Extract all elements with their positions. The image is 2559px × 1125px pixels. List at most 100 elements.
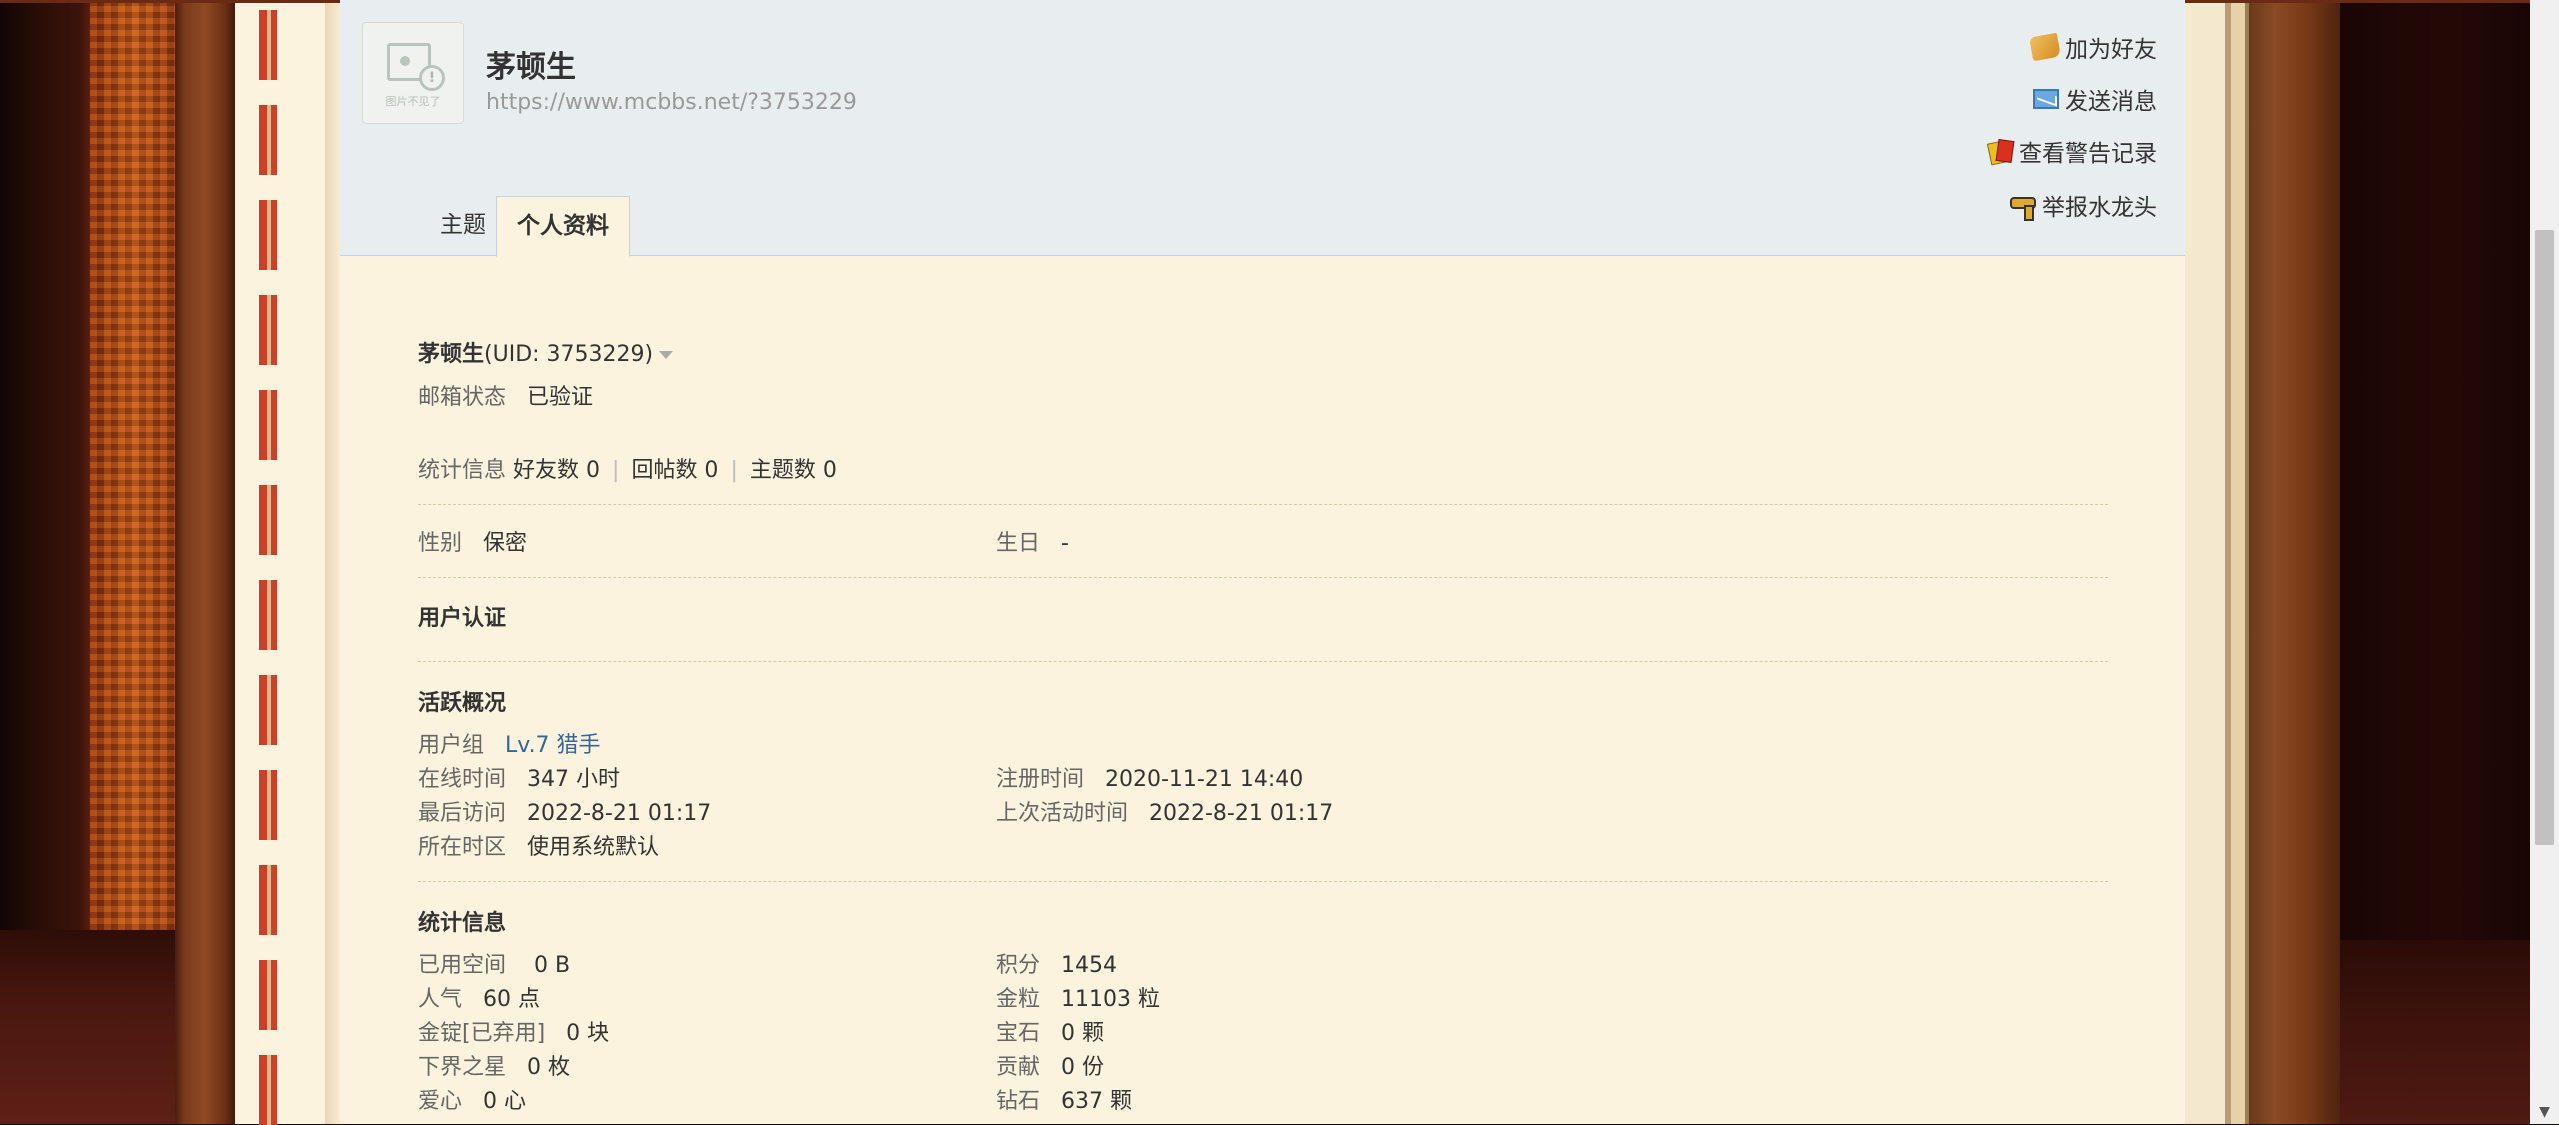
view-warnings-label: 查看警告记录 [2019, 141, 2157, 167]
profile-username: 茅顿生 [486, 50, 576, 85]
tab-topics[interactable]: 主题 [420, 196, 506, 254]
frame-right [2185, 0, 2340, 1124]
report-label: 举报水龙头 [2042, 195, 2157, 221]
stat-row-left: 下界之星 0 枚 [418, 1049, 570, 1081]
replies-count[interactable]: 回帖数 0 [631, 458, 718, 483]
stat-value: 637 颗 [1061, 1089, 1132, 1114]
birthday-value: - [1061, 531, 1069, 556]
border-ornament [253, 295, 277, 365]
uid-line: 茅顿生(UID: 3753229) [418, 336, 674, 368]
register-time-value: 2020-11-21 14:40 [1105, 767, 1304, 792]
stat-label: 宝石 [996, 1021, 1041, 1046]
border-ornament [253, 200, 277, 270]
scrollbar-thumb[interactable] [2535, 230, 2554, 845]
stat-value: 0 心 [483, 1089, 526, 1114]
warning-card-icon [1987, 140, 2013, 162]
stat-row-left: 已用空间 0 B [418, 947, 570, 979]
avatar[interactable]: ! 图片不见了 [362, 22, 464, 124]
divider [418, 661, 2108, 662]
register-time-label: 注册时间 [996, 767, 1085, 792]
decorative-border [235, 0, 340, 1125]
gender-label: 性别 [418, 531, 463, 556]
send-message-button[interactable]: 发送消息 [2033, 82, 2157, 116]
email-status-label: 邮箱状态 [418, 385, 507, 410]
stat-value: 0 B [534, 953, 571, 978]
divider [418, 577, 2108, 578]
separator: | [730, 458, 738, 483]
stat-label: 爱心 [418, 1089, 463, 1114]
stat-value: 0 块 [566, 1021, 610, 1046]
stat-value: 0 枚 [527, 1055, 570, 1080]
topics-count[interactable]: 主题数 0 [750, 458, 837, 483]
cert-title: 用户认证 [418, 606, 507, 631]
background-floor-left [0, 930, 200, 1124]
stat-value: 0 颗 [1061, 1021, 1104, 1046]
border-ornament [253, 580, 277, 650]
stat-row-left: 金锭[已弃用] 0 块 [418, 1015, 609, 1047]
email-status-value: 已验证 [527, 385, 594, 410]
info-uid: (UID: 3753229) [484, 342, 654, 367]
stat-label: 人气 [418, 987, 463, 1012]
border-ornament [253, 105, 277, 175]
scroll-down-arrow-icon[interactable]: ▼ [2530, 1100, 2559, 1124]
stat-row-left: 人气 60 点 [418, 981, 540, 1013]
missing-image-icon: ! [419, 65, 445, 91]
user-group-link[interactable]: Lv.7 猎手 [505, 733, 601, 758]
stat-value: 0 份 [1061, 1055, 1104, 1080]
view-warnings-button[interactable]: 查看警告记录 [1987, 134, 2157, 168]
last-active-row: 上次活动时间 2022-8-21 01:17 [996, 795, 1333, 827]
scrollbar[interactable]: ▼ [2530, 0, 2559, 1124]
report-button[interactable]: 举报水龙头 [2006, 188, 2157, 222]
stat-row-right: 积分 1454 [996, 947, 1117, 979]
mail-icon [2033, 89, 2059, 109]
friends-count[interactable]: 好友数 0 [513, 458, 600, 483]
profile-panel: ! 图片不见了 茅顿生 https://www.mcbbs.net/?37532… [340, 0, 2185, 1124]
stat-label: 金锭[已弃用] [418, 1021, 546, 1046]
statistics-title: 统计信息 [418, 911, 507, 936]
stat-label: 贡献 [996, 1055, 1041, 1080]
register-time-row: 注册时间 2020-11-21 14:40 [996, 761, 1303, 793]
last-active-label: 上次活动时间 [996, 801, 1129, 826]
stat-row-right: 贡献 0 份 [996, 1049, 1104, 1081]
border-ornament [253, 960, 277, 1030]
last-visit-label: 最后访问 [418, 801, 507, 826]
stat-value: 60 点 [483, 987, 540, 1012]
add-friend-button[interactable]: 加为好友 [2029, 30, 2157, 64]
stat-label: 下界之星 [418, 1055, 507, 1080]
profile-url[interactable]: https://www.mcbbs.net/?3753229 [486, 90, 857, 115]
border-ornament [253, 485, 277, 555]
stat-label: 钻石 [996, 1089, 1041, 1114]
send-message-label: 发送消息 [2065, 89, 2157, 115]
stat-row-right: 宝石 0 颗 [996, 1015, 1104, 1047]
online-time-row: 在线时间 347 小时 [418, 761, 620, 793]
border-edge [325, 0, 340, 1124]
separator: | [612, 458, 620, 483]
online-time-label: 在线时间 [418, 767, 507, 792]
stats-summary: 统计信息 好友数 0 | 回帖数 0 | 主题数 0 [418, 452, 837, 484]
stat-label: 积分 [996, 953, 1041, 978]
last-visit-row: 最后访问 2022-8-21 01:17 [418, 795, 711, 827]
avatar-caption: 图片不见了 [385, 95, 441, 108]
border-ornament [253, 770, 277, 840]
frame-left [175, 0, 235, 1124]
user-group-row: 用户组 Lv.7 猎手 [418, 727, 601, 759]
stats-summary-label: 统计信息 [418, 458, 507, 483]
stat-value: 1454 [1061, 953, 1117, 978]
stat-value: 11103 粒 [1061, 987, 1160, 1012]
user-group-label: 用户组 [418, 733, 485, 758]
tab-profile[interactable]: 个人资料 [496, 196, 630, 257]
border-ornament [253, 390, 277, 460]
stat-row-right: 金粒 11103 粒 [996, 981, 1160, 1013]
last-active-value: 2022-8-21 01:17 [1149, 801, 1334, 826]
faucet-icon [2006, 191, 2036, 221]
background-lava [90, 0, 175, 960]
birthday-label: 生日 [996, 531, 1041, 556]
online-time-value: 347 小时 [527, 767, 620, 792]
border-ornament [253, 1055, 277, 1125]
gender-row: 性别 保密 [418, 525, 527, 557]
last-visit-value: 2022-8-21 01:17 [527, 801, 712, 826]
activity-title: 活跃概况 [418, 691, 507, 716]
handshake-icon [2029, 32, 2061, 62]
gender-value: 保密 [483, 531, 528, 556]
chevron-down-icon[interactable] [659, 351, 674, 359]
